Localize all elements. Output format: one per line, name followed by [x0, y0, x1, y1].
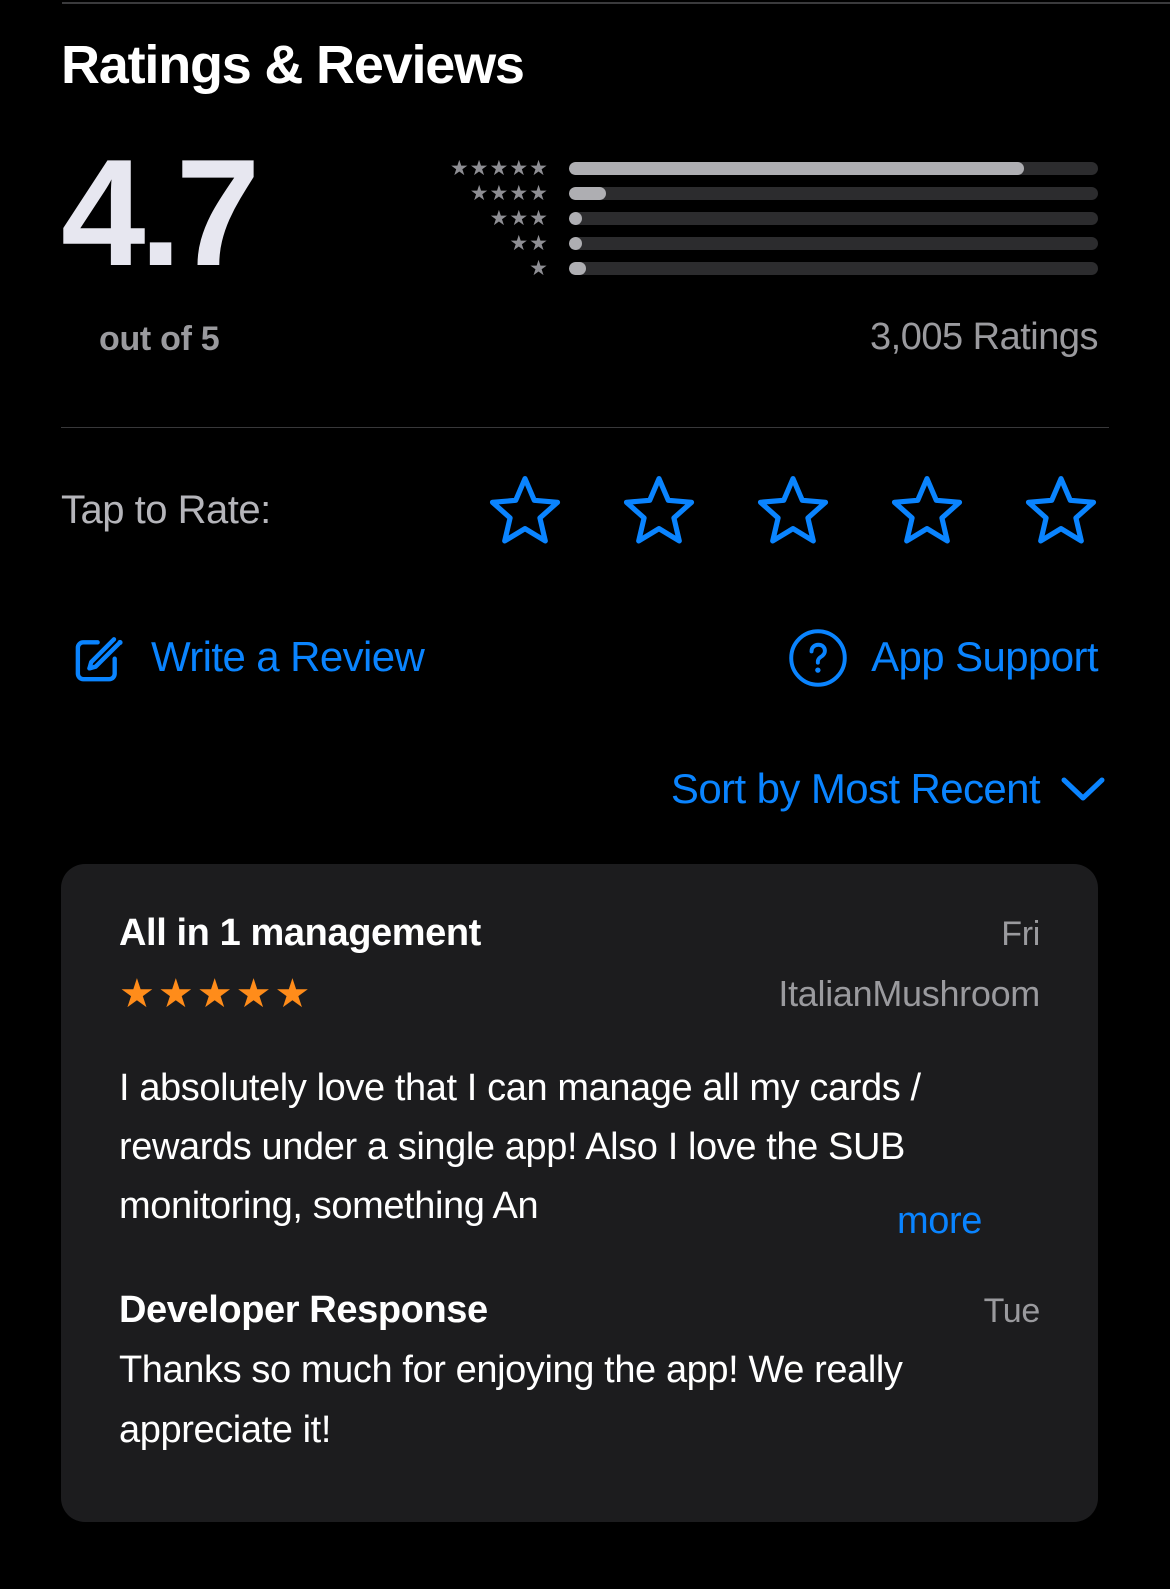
histogram-row: ★★★★ — [429, 181, 1098, 206]
developer-response-date: Tue — [983, 1292, 1041, 1330]
out-of-label: out of 5 — [99, 320, 220, 358]
sort-label: Sort by Most Recent — [670, 765, 1041, 812]
action-links-row: Write a Review App Support — [61, 618, 1099, 698]
rating-histogram: ★★★★★ ★★★★ ★★★ ★★ ★ — [429, 156, 1098, 281]
histogram-bar-fill — [569, 262, 586, 275]
histogram-bar-track — [569, 187, 1098, 200]
developer-response-header: Developer Response Tue — [119, 1289, 1040, 1332]
more-link[interactable]: more — [887, 1200, 982, 1243]
review-card[interactable]: All in 1 management Fri ★★★★★ ItalianMus… — [61, 864, 1098, 1522]
histogram-bar-track — [569, 212, 1098, 225]
histogram-row-stars: ★★★★★ — [449, 157, 549, 180]
ratings-summary: 4.7 out of 5 3,005 Ratings ★★★★★ ★★★★ ★★★ ★… — [61, 128, 1099, 370]
histogram-row-stars: ★★★★ — [469, 182, 549, 205]
histogram-row: ★★ — [429, 231, 1098, 256]
histogram-row-stars: ★★ — [509, 232, 549, 255]
developer-response-text: Thanks so much for enjoying the app! We … — [119, 1349, 903, 1451]
review-star-rating: ★★★★★ — [119, 972, 314, 1016]
review-date: Fri — [1001, 915, 1040, 953]
tap-to-rate-label: Tap to Rate: — [61, 487, 271, 532]
app-support-button[interactable]: App Support — [787, 618, 1099, 698]
review-body: I absolutely love that I can manage all … — [119, 1059, 1040, 1245]
tap-to-rate-stars[interactable] — [488, 470, 1098, 550]
histogram-row-stars: ★ — [529, 257, 549, 280]
average-rating-value: 4.7 — [61, 128, 260, 298]
histogram-row: ★★★ — [429, 206, 1098, 231]
summary-divider — [61, 427, 1109, 428]
chevron-down-icon — [1060, 765, 1106, 813]
ratings-and-reviews-screen: Ratings & Reviews 4.7 out of 5 3,005 Rat… — [0, 0, 1170, 1589]
tap-to-rate-star-5[interactable] — [1024, 474, 1098, 546]
tap-to-rate-star-1[interactable] — [488, 474, 562, 546]
tap-to-rate-star-4[interactable] — [890, 474, 964, 546]
write-a-review-label: Write a Review — [151, 632, 425, 680]
page-title: Ratings & Reviews — [61, 35, 525, 95]
histogram-bar-fill — [569, 162, 1024, 175]
ratings-count-label: 3,005 Ratings — [870, 316, 1099, 358]
review-author: ItalianMushroom — [778, 973, 1040, 1014]
tap-to-rate-star-3[interactable] — [756, 474, 830, 546]
sort-control[interactable]: Sort by Most Recent — [671, 765, 1106, 813]
compose-icon — [69, 628, 129, 688]
review-subheader: ★★★★★ ItalianMushroom — [119, 973, 1040, 1015]
question-mark-circle-icon — [787, 627, 849, 689]
developer-response-title: Developer Response — [119, 1289, 488, 1331]
review-title: All in 1 management — [119, 912, 481, 954]
app-support-label: App Support — [871, 632, 1099, 680]
top-divider — [62, 2, 1170, 4]
histogram-row: ★★★★★ — [429, 156, 1098, 181]
write-a-review-button[interactable]: Write a Review — [69, 618, 425, 698]
histogram-row-stars: ★★★ — [489, 207, 549, 230]
review-header: All in 1 management Fri — [119, 912, 1040, 955]
histogram-bar-track — [569, 237, 1098, 250]
histogram-bar-fill — [569, 212, 582, 225]
histogram-bar-track — [569, 262, 1098, 275]
tap-to-rate-row: Tap to Rate: — [61, 470, 1098, 550]
histogram-row: ★ — [429, 256, 1098, 281]
review-body-text: I absolutely love that I can manage all … — [119, 1067, 921, 1227]
histogram-bar-fill — [569, 187, 607, 200]
histogram-bar-track — [569, 162, 1098, 175]
histogram-bar-fill — [569, 237, 582, 250]
tap-to-rate-star-2[interactable] — [622, 474, 696, 546]
